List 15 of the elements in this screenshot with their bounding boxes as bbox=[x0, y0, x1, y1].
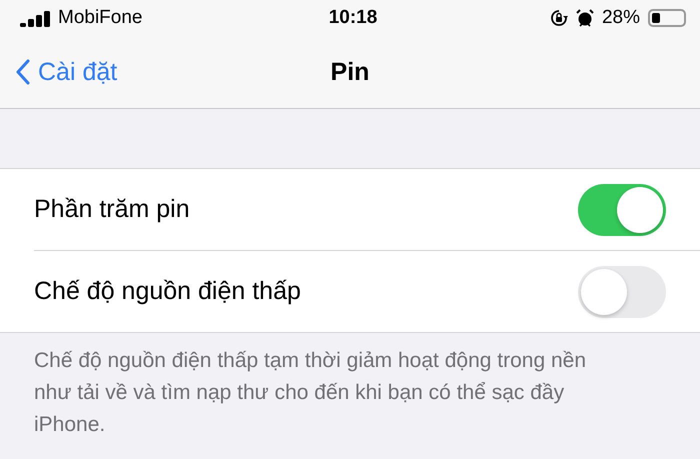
clock-time: 10:18 bbox=[328, 7, 378, 29]
battery-percent: 28% bbox=[602, 7, 640, 29]
setting-label: Chế độ nguồn điện thấp bbox=[34, 277, 301, 306]
signal-icon bbox=[20, 9, 50, 27]
toggle-switch[interactable] bbox=[578, 184, 666, 236]
battery-icon bbox=[648, 9, 686, 27]
back-button[interactable]: Cài đặt bbox=[16, 58, 331, 86]
page-title: Pin bbox=[330, 58, 370, 86]
carrier-name: MobiFone bbox=[58, 7, 142, 29]
chevron-left-icon bbox=[16, 59, 30, 85]
footer-description: Chế độ nguồn điện thấp tạm thời giảm hoạt động trong nền như tải về và tìm nạp thư cho đến khi bạn có thể sạc đầy iPhone. bbox=[34, 348, 587, 438]
rotation-lock-icon bbox=[550, 9, 568, 27]
setting-label: Phần trăm pin bbox=[34, 195, 190, 224]
toggle-switch[interactable] bbox=[578, 266, 666, 318]
alarm-icon bbox=[576, 9, 594, 27]
